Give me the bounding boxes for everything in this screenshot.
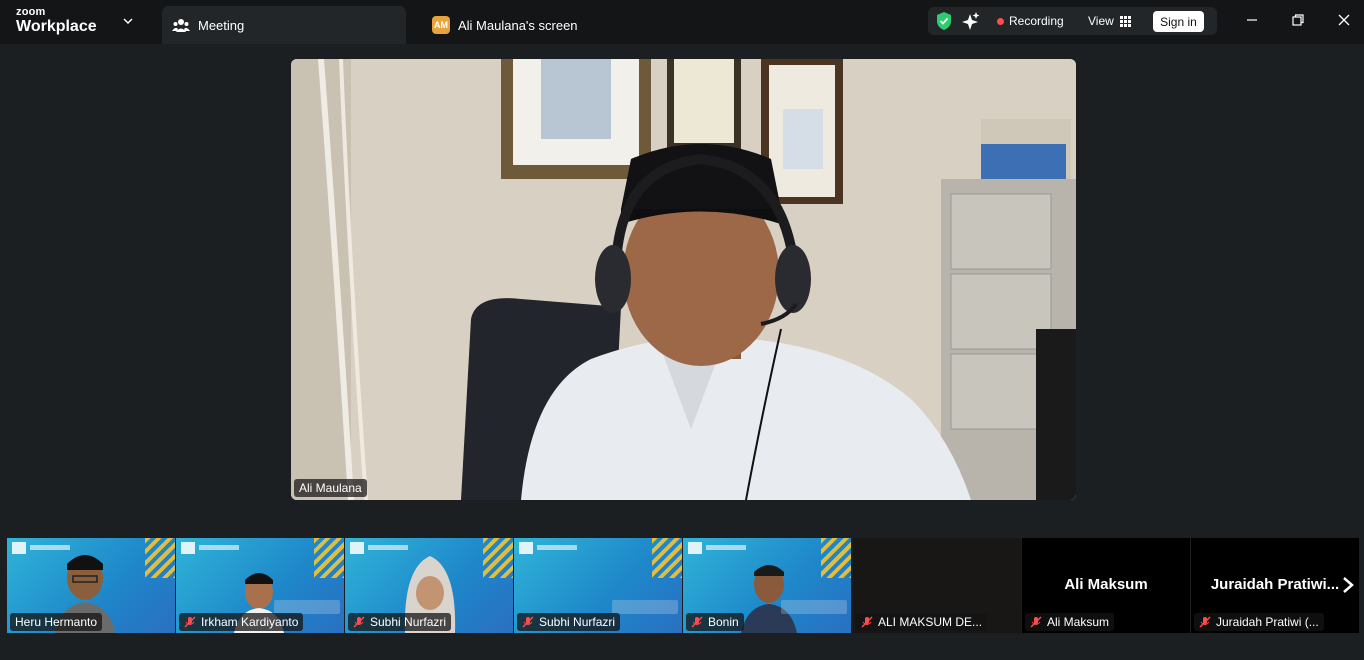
participant-name: Heru Hermanto [15, 615, 98, 629]
participant-name: ALI MAKSUM DE... [878, 615, 983, 629]
participant-name-label: Bonin [686, 613, 744, 631]
chevron-right-icon[interactable] [1340, 575, 1356, 595]
sign-in-button[interactable]: Sign in [1153, 11, 1204, 32]
slide-decoration [652, 538, 682, 578]
participant-video [741, 565, 797, 633]
participant-filmstrip: Heru Hermanto Irkham Kardiyanto Subhi Nu… [7, 538, 1364, 633]
participant-display-name: Juraidah Pratiwi... [1210, 576, 1340, 593]
brand-workplace: Workplace [16, 18, 97, 35]
speaker-video-frame [291, 59, 1076, 500]
mic-muted-icon [1030, 616, 1042, 628]
participant-tile[interactable]: Subhi Nurfazri [345, 538, 513, 633]
view-label: View [1088, 14, 1114, 28]
participant-tile[interactable]: Ali Maksum Ali Maksum [1022, 538, 1190, 633]
participant-name: Juraidah Pratiwi (... [1216, 615, 1319, 629]
tab-shared-screen-label: Ali Maulana's screen [458, 17, 578, 33]
slide-text-block [781, 600, 847, 614]
chevron-down-icon[interactable] [122, 15, 134, 27]
participant-name: Subhi Nurfazri [539, 615, 616, 629]
meeting-toolbar: Recording View Sign in [928, 7, 1217, 35]
participant-name-label: Irkham Kardiyanto [179, 613, 304, 631]
slide-decoration [821, 538, 851, 578]
zoom-workplace-logo[interactable]: zoom Workplace [16, 7, 97, 35]
recording-label: Recording [1009, 14, 1064, 28]
participant-name-label: Subhi Nurfazri [348, 613, 452, 631]
mic-muted-icon [184, 616, 196, 628]
grid-icon [1119, 15, 1131, 27]
participant-name: Subhi Nurfazri [370, 615, 447, 629]
main-speaker-video[interactable] [291, 59, 1076, 500]
slide-decoration [145, 538, 175, 578]
mic-muted-icon [861, 616, 873, 628]
participant-tile[interactable]: Irkham Kardiyanto [176, 538, 344, 633]
brand-zoom: zoom [16, 6, 46, 18]
participant-name-label: Juraidah Pratiwi (... [1194, 613, 1324, 631]
mic-muted-icon [522, 616, 534, 628]
recording-indicator[interactable]: Recording [997, 14, 1064, 28]
participant-name: Bonin [708, 615, 739, 629]
shield-check-icon[interactable] [935, 11, 953, 31]
event-logo-icon [519, 542, 577, 554]
participant-name-label: Heru Hermanto [10, 613, 103, 631]
participant-name: Irkham Kardiyanto [201, 615, 299, 629]
tab-meeting[interactable]: Meeting [162, 6, 406, 44]
participant-name-label: Ali Maksum [1025, 613, 1115, 631]
participant-name-label: ALI MAKSUM DE... [856, 613, 988, 631]
participant-tile[interactable]: Juraidah Pratiwi... Juraidah Pratiwi (..… [1191, 538, 1359, 633]
avatar-badge: AM [432, 16, 450, 34]
ai-companion-icon[interactable] [962, 11, 980, 31]
slide-text-block [612, 600, 678, 614]
title-bar: zoom Workplace Meeting AM Ali Maulana's … [0, 0, 1364, 44]
mic-muted-icon [691, 616, 703, 628]
event-logo-icon [181, 542, 239, 554]
minimize-icon[interactable] [1244, 12, 1260, 28]
tab-shared-screen[interactable]: AM Ali Maulana's screen [424, 6, 664, 44]
participant-name-label: Subhi Nurfazri [517, 613, 621, 631]
recording-dot-icon [997, 17, 1004, 25]
participant-tile[interactable]: Subhi Nurfazri [514, 538, 682, 633]
participant-name: Ali Maksum [1047, 615, 1110, 629]
event-logo-icon [688, 542, 746, 554]
participants-icon [172, 19, 190, 32]
participant-tile[interactable]: ALI MAKSUM DE... [853, 538, 1021, 633]
participant-tile[interactable]: Heru Hermanto [7, 538, 175, 633]
participant-display-name: Ali Maksum [1064, 576, 1148, 593]
close-icon[interactable] [1336, 12, 1352, 28]
restore-icon[interactable] [1290, 12, 1306, 28]
participant-tile[interactable]: Bonin [683, 538, 851, 633]
view-button[interactable]: View [1088, 14, 1131, 28]
slide-decoration [314, 538, 344, 578]
mic-muted-icon [353, 616, 365, 628]
slide-text-block [274, 600, 340, 614]
main-speaker-name: Ali Maulana [294, 479, 367, 497]
mic-muted-icon [1199, 616, 1211, 628]
tab-meeting-label: Meeting [198, 17, 245, 33]
slide-decoration [483, 538, 513, 578]
